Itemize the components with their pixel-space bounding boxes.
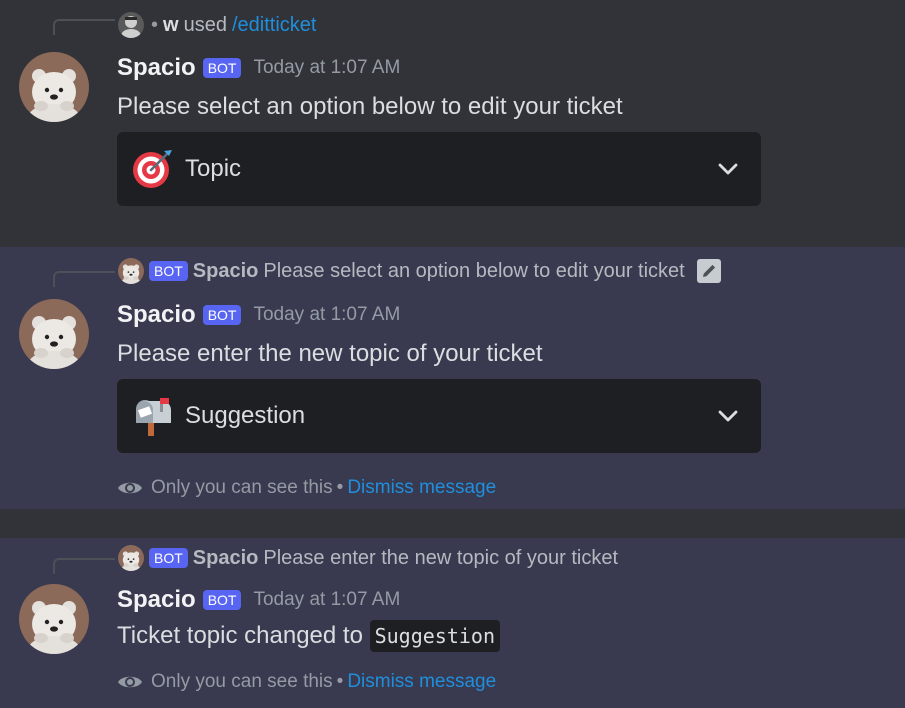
bot-tag: BOT xyxy=(202,305,242,325)
ephemeral-text: Only you can see this xyxy=(151,477,333,498)
user-avatar[interactable] xyxy=(118,12,144,38)
reply-author[interactable]: Spacio xyxy=(193,547,259,570)
reply-connector xyxy=(53,558,115,574)
eye-icon xyxy=(117,476,143,500)
bot-mini-avatar[interactable] xyxy=(118,258,144,284)
message-header: Spacio BOT Today at 1:07 AM xyxy=(117,300,400,330)
ephemeral-notice: Only you can see this • Dismiss message xyxy=(117,670,496,694)
author-avatar[interactable] xyxy=(19,52,89,122)
topic-select-menu[interactable]: Suggestion xyxy=(117,379,761,453)
command-name-link[interactable]: /editticket xyxy=(232,14,316,37)
command-user[interactable]: w xyxy=(163,14,179,37)
message-content: Please select an option below to edit yo… xyxy=(117,93,623,120)
author-avatar[interactable] xyxy=(19,584,89,654)
topic-select-menu[interactable]: Topic xyxy=(117,132,761,206)
bot-mini-avatar[interactable] xyxy=(118,545,144,571)
bot-tag: BOT xyxy=(149,548,188,568)
dot-separator: • xyxy=(151,13,159,36)
ephemeral-notice: Only you can see this • Dismiss message xyxy=(117,476,496,500)
inline-code: Suggestion xyxy=(369,620,501,652)
mailbox-icon xyxy=(131,395,173,437)
dismiss-message-link[interactable]: Dismiss message xyxy=(347,671,496,693)
dismiss-message-link[interactable]: Dismiss message xyxy=(347,477,496,499)
dot-separator: • xyxy=(336,477,344,498)
chevron-down-icon[interactable] xyxy=(717,158,739,180)
edit-pencil-icon xyxy=(696,258,722,284)
reply-connector xyxy=(53,271,115,287)
author-name[interactable]: Spacio xyxy=(117,54,196,82)
content-text: Ticket topic changed to xyxy=(117,622,363,649)
author-avatar[interactable] xyxy=(19,299,89,369)
command-verb: used xyxy=(183,13,227,36)
reply-header[interactable]: BOT Spacio Please enter the new topic of… xyxy=(118,545,618,571)
direct-hit-icon xyxy=(131,148,173,190)
eye-icon xyxy=(117,670,143,694)
dot-separator: • xyxy=(336,671,344,692)
timestamp[interactable]: Today at 1:07 AM xyxy=(253,304,400,326)
reply-preview-text[interactable]: Please select an option below to edit yo… xyxy=(263,260,684,283)
reply-author[interactable]: Spacio xyxy=(193,260,259,283)
author-name[interactable]: Spacio xyxy=(117,301,196,329)
message-1: • w used /editticket Spacio BOT Today at… xyxy=(0,0,905,246)
bot-tag: BOT xyxy=(149,261,188,281)
message-header: Spacio BOT Today at 1:07 AM xyxy=(117,585,400,615)
chevron-down-icon[interactable] xyxy=(717,405,739,427)
message-header: Spacio BOT Today at 1:07 AM xyxy=(117,53,400,83)
ephemeral-text: Only you can see this xyxy=(151,671,333,692)
message-3: BOT Spacio Please enter the new topic of… xyxy=(0,538,905,708)
select-value: Topic xyxy=(185,155,242,182)
bot-tag: BOT xyxy=(202,590,242,610)
message-content: Ticket topic changed to Suggestion xyxy=(117,620,501,652)
bot-tag: BOT xyxy=(202,58,242,78)
message-2: BOT Spacio Please select an option below… xyxy=(0,247,905,509)
select-value: Suggestion xyxy=(185,402,306,429)
command-reply-header: • w used /editticket xyxy=(118,12,316,38)
reply-connector xyxy=(53,19,115,35)
reply-header[interactable]: BOT Spacio Please select an option below… xyxy=(118,258,722,284)
timestamp[interactable]: Today at 1:07 AM xyxy=(253,589,400,611)
message-content: Please enter the new topic of your ticke… xyxy=(117,340,543,367)
reply-preview-text[interactable]: Please enter the new topic of your ticke… xyxy=(263,547,618,570)
author-name[interactable]: Spacio xyxy=(117,586,196,614)
timestamp[interactable]: Today at 1:07 AM xyxy=(253,57,400,79)
